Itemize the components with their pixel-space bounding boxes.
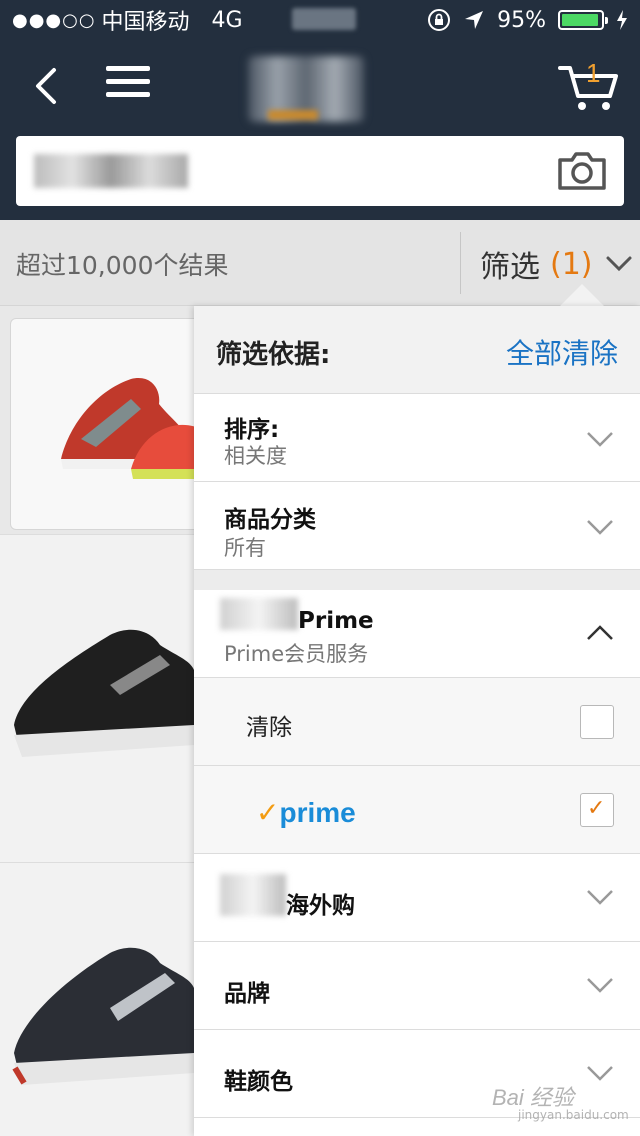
- filter-label: 筛选: [480, 250, 540, 285]
- filter-section-overseas[interactable]: 海外购: [194, 854, 640, 942]
- hamburger-menu-icon[interactable]: [106, 66, 150, 106]
- product-card[interactable]: [0, 306, 194, 534]
- product-image[interactable]: [10, 318, 194, 530]
- filter-count: (1): [550, 246, 593, 282]
- chevron-up-icon: [587, 625, 613, 640]
- option-label: 清除: [246, 715, 292, 741]
- checkbox-clear[interactable]: [580, 705, 614, 739]
- product-card[interactable]: [0, 534, 194, 862]
- network-type: 4G: [211, 7, 243, 33]
- checkbox-prime[interactable]: ✓: [580, 793, 614, 827]
- running-shoe-image: [14, 629, 194, 757]
- filter-panel: 筛选依据: 全部清除 排序: 相关度 商品分类 所有 Prime Prime会员…: [194, 306, 640, 1136]
- charging-bolt-icon: [617, 10, 627, 30]
- chevron-down-icon: [587, 520, 613, 535]
- shopping-cart-button[interactable]: 1: [558, 58, 620, 112]
- results-bar: 超过10,000个结果 筛选 (1): [0, 220, 640, 306]
- filter-panel-header: 筛选依据: 全部清除: [194, 306, 640, 394]
- signal-strength: ●●●○○: [12, 9, 96, 31]
- chevron-down-icon: [587, 1066, 613, 1081]
- section-subtitle: 相关度: [224, 444, 287, 468]
- product-card[interactable]: [0, 862, 194, 1136]
- prime-logo: ✓ prime: [256, 796, 356, 829]
- battery-percent: 95%: [497, 7, 546, 33]
- prime-option-prime[interactable]: ✓ prime ✓: [194, 766, 640, 854]
- filter-section-category[interactable]: 商品分类 所有: [194, 482, 640, 570]
- section-title: Prime: [298, 608, 374, 634]
- section-subtitle: 所有: [224, 536, 266, 560]
- filter-section-brand[interactable]: 品牌: [194, 942, 640, 1030]
- running-shoe-image: [12, 947, 194, 1085]
- section-subtitle: Prime会员服务: [224, 642, 369, 666]
- section-title: 商品分类: [224, 507, 316, 533]
- filter-section-prime[interactable]: Prime Prime会员服务: [194, 590, 640, 678]
- prime-check-icon: ✓: [256, 796, 280, 829]
- chevron-down-icon: [587, 978, 613, 993]
- rotation-lock-icon: [428, 9, 451, 31]
- clear-all-link[interactable]: 全部清除: [506, 332, 618, 372]
- chevron-down-icon: [587, 432, 613, 447]
- results-count: 超过10,000个结果: [16, 251, 229, 280]
- blurred-text: [220, 598, 298, 630]
- chevron-left-icon[interactable]: [28, 64, 68, 108]
- prime-logo-text: prime: [279, 797, 356, 828]
- battery-icon: [558, 10, 608, 30]
- watermark-sub: jingyan.baidu.com: [518, 1108, 629, 1122]
- divider: [460, 232, 461, 294]
- filter-panel-title: 筛选依据:: [216, 340, 331, 370]
- battery-level: [562, 14, 599, 26]
- logo-smile-blurred: [268, 110, 318, 120]
- status-bar: ●●●○○ 中国移动 4G 95%: [0, 0, 640, 40]
- running-shoe-image: [61, 378, 194, 479]
- chevron-down-icon: [587, 890, 613, 905]
- search-query-blurred: [34, 154, 188, 188]
- blurred-text: [220, 874, 286, 916]
- section-title: 排序:: [224, 417, 280, 443]
- search-input[interactable]: [16, 136, 624, 206]
- time-blurred: [292, 8, 356, 30]
- prime-option-clear[interactable]: 清除: [194, 678, 640, 766]
- filter-section-sort[interactable]: 排序: 相关度: [194, 394, 640, 482]
- nav-bar: 1: [0, 40, 640, 220]
- section-title: 品牌: [224, 981, 270, 1007]
- chevron-down-icon: [606, 256, 631, 272]
- carrier-name: 中国移动: [101, 10, 190, 35]
- checkmark-icon: ✓: [587, 796, 606, 821]
- camera-icon[interactable]: [556, 148, 608, 194]
- panel-caret: [560, 284, 604, 306]
- location-arrow-icon: [465, 11, 484, 29]
- section-title: 海外购: [286, 893, 355, 919]
- section-title: 鞋颜色: [224, 1069, 293, 1095]
- cart-count: 1: [586, 58, 601, 88]
- section-gap: [194, 570, 640, 590]
- filter-button[interactable]: 筛选 (1): [480, 242, 633, 286]
